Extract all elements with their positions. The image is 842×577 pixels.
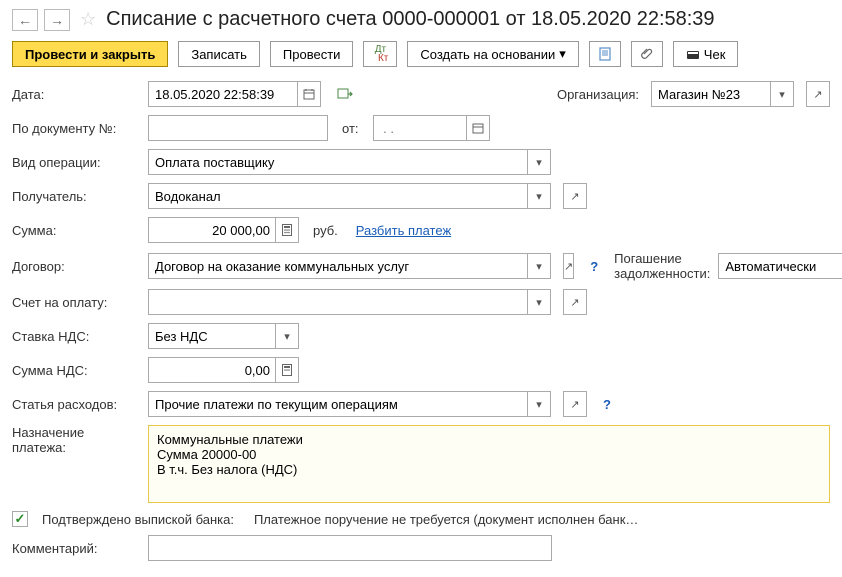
vat-rate-dropdown-button[interactable]: ▾ [275, 323, 299, 349]
toolbar: Провести и закрыть Записать Провести Дт … [12, 41, 830, 67]
payment-order-note: Платежное поручение не требуется (докуме… [254, 512, 638, 527]
chevron-down-icon: ▾ [779, 88, 785, 101]
back-button[interactable]: ← [12, 9, 38, 31]
organization-open-button[interactable]: ↗ [806, 81, 830, 107]
vat-amount-input[interactable] [148, 357, 276, 383]
amount-calc-button[interactable] [275, 217, 299, 243]
contract-dropdown-button[interactable]: ▾ [527, 253, 551, 279]
amount-label: Сумма: [12, 223, 140, 238]
expense-item-dropdown-button[interactable]: ▾ [527, 391, 551, 417]
calculator-icon [282, 224, 292, 236]
comment-input[interactable] [148, 535, 552, 561]
confirmed-label: Подтверждено выпиской банка: [42, 512, 234, 527]
operation-type-label: Вид операции: [12, 155, 140, 170]
create-based-label: Создать на основании [420, 47, 555, 62]
invoice-label: Счет на оплату: [12, 295, 140, 310]
date-input[interactable] [148, 81, 298, 107]
calendar-icon [303, 88, 315, 100]
date-label: Дата: [12, 87, 140, 102]
vat-rate-label: Ставка НДС: [12, 329, 140, 344]
expense-item-input[interactable] [148, 391, 528, 417]
cheque-button[interactable]: Чек [673, 41, 739, 67]
chevron-down-icon: ▾ [284, 330, 290, 343]
print-button[interactable] [589, 41, 621, 67]
calendar-button[interactable] [297, 81, 321, 107]
document-icon [598, 47, 612, 61]
open-icon: ↗ [564, 260, 573, 273]
open-icon: ↗ [570, 296, 579, 309]
post-button[interactable]: Провести [270, 41, 354, 67]
vat-amount-calc-button[interactable] [275, 357, 299, 383]
page-title: Списание с расчетного счета 0000-000001 … [106, 8, 714, 31]
operation-type-input[interactable] [148, 149, 528, 175]
save-button[interactable]: Записать [178, 41, 260, 67]
header-bar: ← → ☆ Списание с расчетного счета 0000-0… [12, 8, 830, 31]
invoice-dropdown-button[interactable]: ▾ [527, 289, 551, 315]
expense-item-open-button[interactable]: ↗ [563, 391, 587, 417]
doc-number-label: По документу №: [12, 121, 140, 136]
open-icon: ↗ [813, 88, 822, 101]
calendar-icon [472, 122, 484, 134]
open-icon: ↗ [570, 398, 579, 411]
forward-button[interactable]: → [44, 9, 70, 31]
contract-open-button[interactable]: ↗ [563, 253, 574, 279]
operation-type-dropdown-button[interactable]: ▾ [527, 149, 551, 175]
from-label: от: [342, 121, 359, 136]
debt-repay-label: Погашение задолженности: [614, 251, 710, 281]
contract-label: Договор: [12, 259, 140, 274]
recipient-input[interactable] [148, 183, 528, 209]
paperclip-icon [640, 47, 654, 61]
calculator-icon [282, 364, 292, 376]
recipient-dropdown-button[interactable]: ▾ [527, 183, 551, 209]
payment-purpose-label: Назначение платежа: [12, 425, 140, 455]
checkmark-icon: ✓ [15, 511, 26, 527]
chevron-down-icon: ▾ [536, 260, 542, 273]
doc-date-calendar-button[interactable] [466, 115, 490, 141]
chevron-down-icon: ▾ [536, 296, 542, 309]
doc-date-input[interactable] [373, 115, 467, 141]
confirmed-checkbox[interactable]: ✓ [12, 511, 28, 527]
contract-input[interactable] [148, 253, 528, 279]
dt-kt-icon: Дт Кт [372, 45, 388, 63]
recipient-open-button[interactable]: ↗ [563, 183, 587, 209]
split-payment-link[interactable]: Разбить платеж [356, 223, 451, 238]
cheque-label: Чек [704, 47, 726, 62]
organization-dropdown-button[interactable]: ▾ [770, 81, 794, 107]
organization-label: Организация: [557, 87, 639, 102]
currency-label: руб. [313, 223, 338, 238]
open-icon: ↗ [570, 190, 579, 203]
chevron-down-icon: ▾ [536, 156, 542, 169]
post-and-close-button[interactable]: Провести и закрыть [12, 41, 168, 67]
attach-button[interactable] [631, 41, 663, 67]
create-based-on-button[interactable]: Создать на основании ▾ [407, 41, 578, 67]
chevron-down-icon: ▾ [536, 190, 542, 203]
expense-item-help-icon[interactable]: ? [603, 397, 611, 412]
cheque-icon [686, 47, 700, 61]
favorite-star-icon[interactable]: ☆ [80, 9, 96, 30]
amount-input[interactable] [148, 217, 276, 243]
sync-icon[interactable] [337, 87, 353, 101]
recipient-label: Получатель: [12, 189, 140, 204]
contract-help-icon[interactable]: ? [590, 259, 598, 274]
invoice-input[interactable] [148, 289, 528, 315]
chevron-down-icon: ▾ [559, 46, 566, 62]
organization-input[interactable] [651, 81, 771, 107]
expense-item-label: Статья расходов: [12, 397, 140, 412]
comment-label: Комментарий: [12, 541, 140, 556]
dt-kt-button[interactable]: Дт Кт [363, 41, 397, 67]
payment-purpose-textarea[interactable] [148, 425, 830, 503]
invoice-open-button[interactable]: ↗ [563, 289, 587, 315]
debt-repay-input[interactable] [718, 253, 842, 279]
vat-rate-input[interactable] [148, 323, 276, 349]
chevron-down-icon: ▾ [536, 398, 542, 411]
doc-number-input[interactable] [148, 115, 328, 141]
vat-amount-label: Сумма НДС: [12, 363, 140, 378]
